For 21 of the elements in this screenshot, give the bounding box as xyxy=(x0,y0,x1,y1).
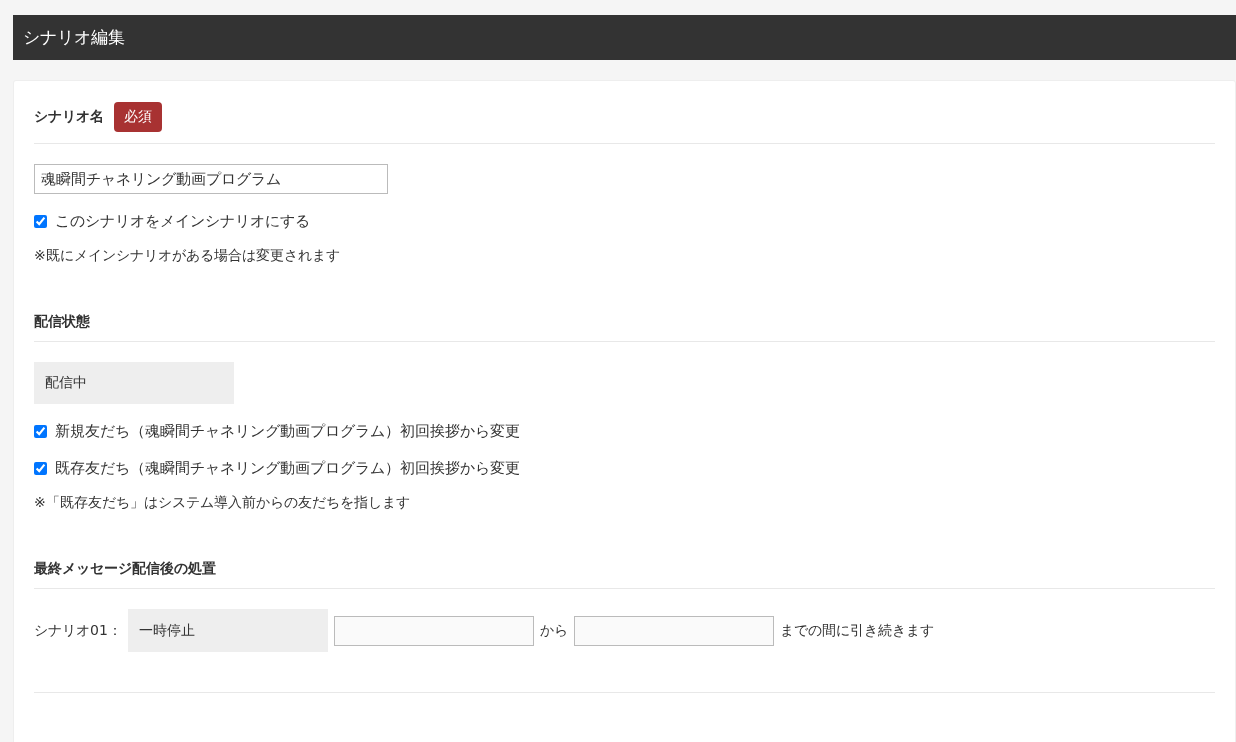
note-text: ※「既存友だち」はシステム導入前からの友だちを指します xyxy=(34,494,411,512)
between-label: から xyxy=(539,621,568,640)
checkbox[interactable] xyxy=(34,425,47,438)
start-field[interactable] xyxy=(333,615,534,646)
row-label: シナリオ01： xyxy=(34,621,122,640)
section-title: 配信状態 xyxy=(34,313,90,331)
suffix-label: までの間に引き続きます xyxy=(779,621,934,640)
checkbox-label: このシナリオをメインシナリオにする xyxy=(55,212,310,231)
section-title: シナリオ名 xyxy=(34,108,104,126)
section-title: 最終メッセージ配信後の処置 xyxy=(34,560,216,578)
checkbox-label: 既存友だち（魂瞬間チャネリング動画プログラム）初回挨拶から変更 xyxy=(55,459,520,478)
checkbox-label: 新規友だち（魂瞬間チャネリング動画プログラム）初回挨拶から変更 xyxy=(55,422,520,441)
status-select[interactable]: 配信中 xyxy=(34,362,234,404)
required-badge: 必須 xyxy=(114,102,162,132)
note-text: ※既にメインシナリオがある場合は変更されます xyxy=(34,247,341,265)
checkbox[interactable] xyxy=(34,462,47,475)
action-select[interactable]: 一時停止 xyxy=(127,609,328,652)
end-field[interactable] xyxy=(573,615,774,646)
checkbox[interactable] xyxy=(34,215,47,228)
scenario-name-field[interactable]: 魂瞬間チャネリング動画プログラム xyxy=(34,164,388,194)
page-title: シナリオ編集 xyxy=(23,26,125,49)
